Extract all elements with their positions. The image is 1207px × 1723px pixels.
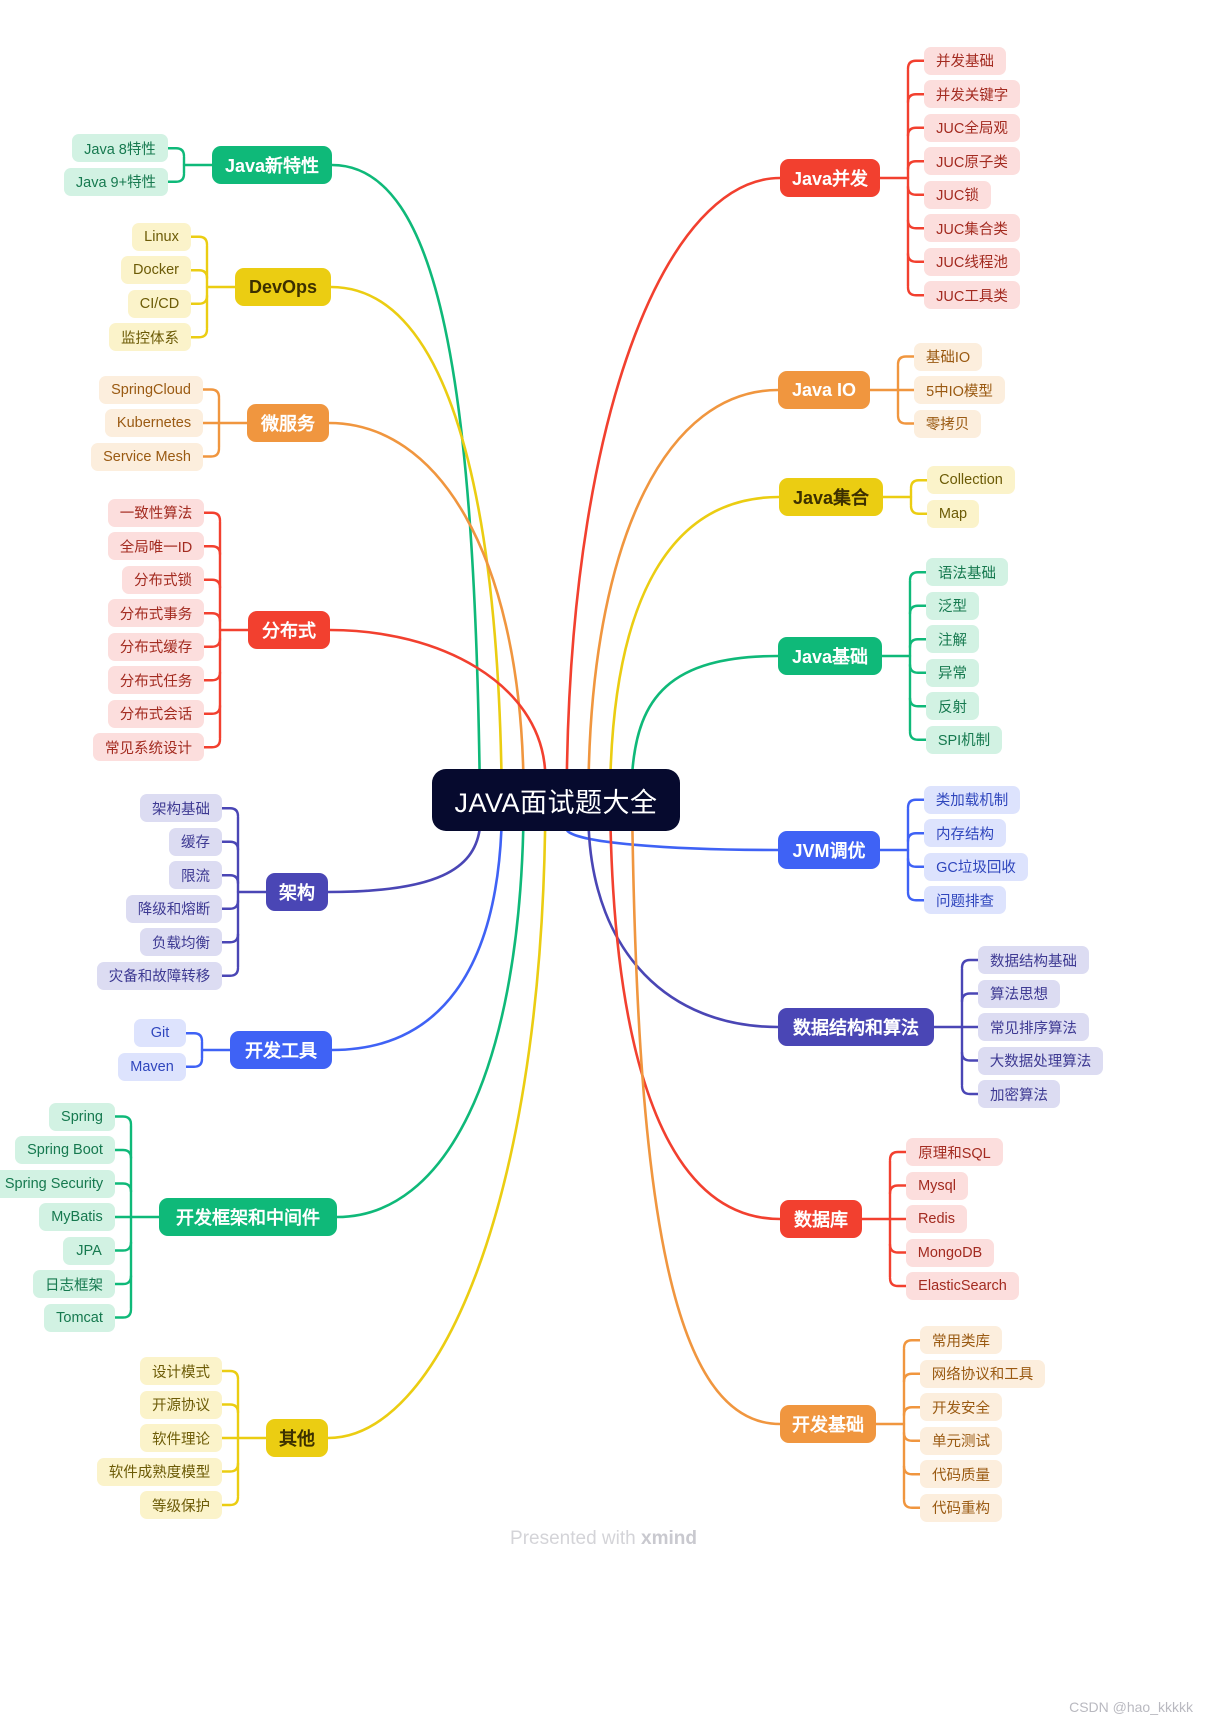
- leaf-java-basics-3[interactable]: 异常: [926, 658, 979, 687]
- root-node[interactable]: JAVA面试题大全: [432, 769, 680, 831]
- leaf-distributed-0[interactable]: 一致性算法: [108, 498, 204, 527]
- watermark: CSDN @hao_kkkkk: [1069, 1699, 1193, 1715]
- leaf-others-0[interactable]: 设计模式: [140, 1357, 222, 1385]
- leaf-java-concurrency-3[interactable]: JUC原子类: [924, 147, 1020, 176]
- leaf-frameworks-4[interactable]: JPA: [63, 1236, 115, 1265]
- topic-java-new-features[interactable]: Java新特性: [212, 146, 332, 184]
- leaf-devops-0[interactable]: Linux: [132, 222, 191, 251]
- leaf-java-new-features-0[interactable]: Java 8特性: [72, 134, 168, 163]
- leaf-java-basics-5[interactable]: SPI机制: [926, 725, 1002, 754]
- topic-frameworks[interactable]: 开发框架和中间件: [159, 1198, 337, 1236]
- leaf-java-io-1[interactable]: 5中IO模型: [914, 376, 1005, 404]
- leaf-jvm-tuning-1[interactable]: 内存结构: [924, 819, 1006, 848]
- leaf-java-io-2[interactable]: 零拷贝: [914, 409, 981, 438]
- leaf-dev-foundation-2[interactable]: 开发安全: [920, 1393, 1002, 1422]
- topic-database[interactable]: 数据库: [780, 1200, 862, 1238]
- footer-prefix: Presented with: [510, 1528, 641, 1549]
- leaf-database-0[interactable]: 原理和SQL: [906, 1138, 1003, 1166]
- leaf-devops-3[interactable]: 监控体系: [109, 323, 191, 352]
- leaf-java-concurrency-5[interactable]: JUC集合类: [924, 214, 1020, 243]
- leaf-devops-1[interactable]: Docker: [121, 256, 191, 285]
- topic-dev-foundation[interactable]: 开发基础: [780, 1405, 876, 1443]
- topic-distributed[interactable]: 分布式: [248, 611, 330, 649]
- leaf-dev-foundation-0[interactable]: 常用类库: [920, 1326, 1002, 1355]
- topic-jvm-tuning[interactable]: JVM调优: [778, 831, 880, 869]
- leaf-java-concurrency-1[interactable]: 并发关键字: [924, 80, 1020, 109]
- leaf-java-collections-0[interactable]: Collection: [927, 466, 1015, 495]
- leaf-database-2[interactable]: Redis: [906, 1205, 967, 1233]
- leaf-dev-foundation-4[interactable]: 代码质量: [920, 1460, 1002, 1489]
- leaf-database-3[interactable]: MongoDB: [906, 1238, 994, 1267]
- leaf-distributed-5[interactable]: 分布式任务: [108, 666, 204, 695]
- leaf-distributed-4[interactable]: 分布式缓存: [108, 632, 204, 661]
- leaf-jvm-tuning-0[interactable]: 类加载机制: [924, 785, 1020, 814]
- leaf-dev-tools-1[interactable]: Maven: [118, 1052, 186, 1081]
- leaf-others-2[interactable]: 软件理论: [140, 1424, 222, 1452]
- leaf-algorithms-0[interactable]: 数据结构基础: [978, 946, 1089, 974]
- leaf-java-collections-1[interactable]: Map: [927, 499, 979, 528]
- leaf-frameworks-6[interactable]: Tomcat: [44, 1303, 115, 1332]
- leaf-dev-tools-0[interactable]: Git: [134, 1019, 186, 1048]
- leaf-java-basics-0[interactable]: 语法基础: [926, 558, 1008, 587]
- leaf-algorithms-4[interactable]: 加密算法: [978, 1080, 1060, 1108]
- leaf-microservices-2[interactable]: Service Mesh: [91, 442, 203, 471]
- leaf-architecture-2[interactable]: 限流: [169, 861, 222, 890]
- leaf-java-concurrency-4[interactable]: JUC锁: [924, 180, 991, 209]
- leaf-microservices-1[interactable]: Kubernetes: [105, 409, 203, 437]
- topic-microservices[interactable]: 微服务: [247, 404, 329, 442]
- leaf-distributed-1[interactable]: 全局唯一ID: [108, 532, 204, 561]
- leaf-java-concurrency-2[interactable]: JUC全局观: [924, 113, 1020, 142]
- leaf-architecture-0[interactable]: 架构基础: [140, 794, 222, 823]
- leaf-java-basics-4[interactable]: 反射: [926, 692, 979, 721]
- leaf-algorithms-2[interactable]: 常见排序算法: [978, 1013, 1089, 1041]
- topic-architecture[interactable]: 架构: [266, 873, 328, 911]
- topic-java-collections[interactable]: Java集合: [779, 478, 883, 516]
- topic-algorithms[interactable]: 数据结构和算法: [778, 1008, 934, 1046]
- leaf-architecture-5[interactable]: 灾备和故障转移: [97, 961, 222, 990]
- topic-java-concurrency[interactable]: Java并发: [780, 159, 880, 197]
- leaf-algorithms-1[interactable]: 算法思想: [978, 979, 1060, 1008]
- leaf-distributed-6[interactable]: 分布式会话: [108, 699, 204, 728]
- leaf-frameworks-3[interactable]: MyBatis: [39, 1203, 115, 1231]
- leaf-database-1[interactable]: Mysql: [906, 1171, 968, 1200]
- leaf-java-basics-2[interactable]: 注解: [926, 625, 979, 654]
- leaf-frameworks-2[interactable]: Spring Security: [0, 1169, 115, 1198]
- leaf-others-3[interactable]: 软件成熟度模型: [97, 1457, 222, 1486]
- leaf-others-4[interactable]: 等级保护: [140, 1491, 222, 1519]
- footer-credit: Presented with xmind: [0, 1528, 1207, 1550]
- leaf-others-1[interactable]: 开源协议: [140, 1390, 222, 1419]
- leaf-dev-foundation-5[interactable]: 代码重构: [920, 1493, 1002, 1522]
- mindmap-canvas: JAVA面试题大全 Java新特性 Java 8特性 Java 9+特性 DevOps L…: [0, 0, 1207, 1723]
- leaf-microservices-0[interactable]: SpringCloud: [99, 375, 203, 404]
- leaf-distributed-3[interactable]: 分布式事务: [108, 599, 204, 628]
- leaf-java-concurrency-7[interactable]: JUC工具类: [924, 281, 1020, 310]
- leaf-devops-2[interactable]: CI/CD: [128, 289, 191, 318]
- leaf-java-basics-1[interactable]: 泛型: [926, 591, 979, 620]
- leaf-jvm-tuning-3[interactable]: 问题排查: [924, 886, 1006, 915]
- leaf-frameworks-5[interactable]: 日志框架: [33, 1270, 115, 1298]
- leaf-java-new-features-1[interactable]: Java 9+特性: [64, 167, 168, 196]
- leaf-database-4[interactable]: ElasticSearch: [906, 1272, 1019, 1300]
- topic-java-basics[interactable]: Java基础: [778, 637, 882, 675]
- topic-devops[interactable]: DevOps: [235, 268, 331, 306]
- leaf-jvm-tuning-2[interactable]: GC垃圾回收: [924, 852, 1028, 881]
- leaf-java-io-0[interactable]: 基础IO: [914, 342, 982, 371]
- topic-others[interactable]: 其他: [266, 1419, 328, 1457]
- leaf-dev-foundation-3[interactable]: 单元测试: [920, 1426, 1002, 1455]
- leaf-java-concurrency-0[interactable]: 并发基础: [924, 46, 1006, 75]
- topic-dev-tools[interactable]: 开发工具: [230, 1031, 332, 1069]
- leaf-distributed-2[interactable]: 分布式锁: [122, 565, 204, 594]
- leaf-java-concurrency-6[interactable]: JUC线程池: [924, 247, 1020, 276]
- leaf-frameworks-1[interactable]: Spring Boot: [15, 1136, 115, 1164]
- leaf-architecture-3[interactable]: 降级和熔断: [126, 894, 222, 923]
- leaf-architecture-4[interactable]: 负载均衡: [140, 928, 222, 957]
- topic-java-io[interactable]: Java IO: [778, 371, 870, 409]
- leaf-distributed-7[interactable]: 常见系统设计: [93, 733, 204, 762]
- leaf-frameworks-0[interactable]: Spring: [49, 1102, 115, 1131]
- leaf-dev-foundation-1[interactable]: 网络协议和工具: [920, 1359, 1045, 1388]
- footer-brand: xmind: [641, 1528, 697, 1549]
- leaf-architecture-1[interactable]: 缓存: [169, 827, 222, 856]
- leaf-algorithms-3[interactable]: 大数据处理算法: [978, 1046, 1103, 1075]
